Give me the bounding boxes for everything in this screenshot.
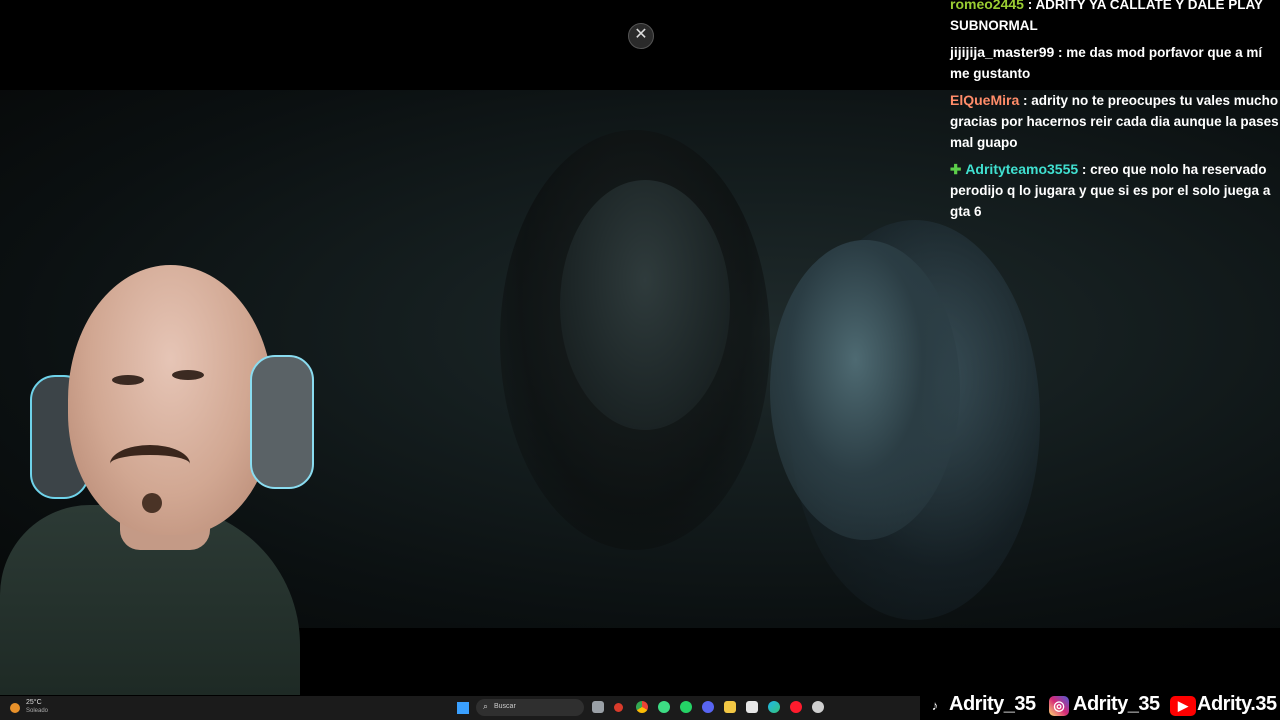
discord-icon[interactable]	[702, 701, 714, 713]
windows-taskbar: 25°C Soleado ⌕ Buscar	[0, 696, 920, 720]
opera-icon[interactable]	[790, 701, 802, 713]
weather-temperature: 25°C	[26, 699, 42, 706]
tiktok-icon: ♪	[925, 696, 945, 716]
close-button[interactable]: ✕	[628, 23, 654, 49]
taskbar-search-box[interactable]: ⌕ Buscar	[476, 699, 584, 716]
streamer-mustache	[110, 445, 190, 483]
streamer-head	[68, 265, 273, 535]
app-red-icon[interactable]	[614, 703, 623, 712]
edge-icon[interactable]	[768, 701, 780, 713]
app-store-icon[interactable]	[746, 701, 758, 713]
app-green-icon[interactable]	[658, 701, 670, 713]
chat-separator: :	[1078, 162, 1091, 177]
chat-message: ✚ Adrityteamo3555 : creo que nolo ha rese…	[950, 159, 1280, 222]
windows-start-icon[interactable]	[457, 702, 469, 714]
chat-username: jijijija_master99	[950, 44, 1055, 60]
streamer-eye-left	[112, 375, 144, 385]
video-face-left	[560, 180, 730, 430]
chat-separator: :	[1019, 93, 1032, 108]
chat-username: Adrityteamo3555	[965, 161, 1079, 177]
video-face-right	[770, 240, 960, 540]
instagram-handle: Adrity_35	[1073, 693, 1160, 715]
youtube-handle: Adrity.35	[1197, 693, 1277, 715]
search-placeholder: Buscar	[494, 703, 516, 710]
whatsapp-icon[interactable]	[680, 701, 692, 713]
chat-message: romeo2445 : ADRITY YA CALLATE Y DALE PLA…	[950, 0, 1280, 36]
chat-username: romeo2445	[950, 0, 1024, 12]
social-handles-bar: ♪ Adrity_35 ◎ Adrity_35 ▶ Adrity.35	[925, 693, 1280, 720]
tiktok-handle: Adrity_35	[949, 693, 1036, 715]
chat-username: ElQueMira	[950, 92, 1020, 108]
headset-right-earcup	[250, 355, 314, 489]
search-icon: ⌕	[483, 701, 489, 711]
sun-icon	[10, 703, 20, 713]
chat-message: jijijija_master99 : me das mod porfavor …	[950, 42, 1280, 84]
file-explorer-icon[interactable]	[724, 701, 736, 713]
chrome-icon[interactable]	[636, 701, 648, 713]
instagram-icon: ◎	[1049, 696, 1069, 716]
chat-separator: :	[1023, 0, 1036, 12]
chat-overlay: romeo2445 : ADRITY YA CALLATE Y DALE PLA…	[950, 0, 1280, 228]
streamer-chin-beard	[142, 493, 162, 513]
youtube-icon: ▶	[1170, 696, 1196, 716]
app-settings-icon[interactable]	[812, 701, 824, 713]
streamer-eye-right	[172, 370, 204, 380]
chat-separator: :	[1054, 45, 1067, 60]
webcam-overlay	[0, 255, 330, 695]
weather-condition: Soleado	[26, 708, 49, 714]
task-view-icon[interactable]	[592, 701, 604, 713]
subscriber-badge-icon: ✚	[950, 162, 962, 177]
chat-message: ElQueMira : adrity no te preocupes tu va…	[950, 90, 1280, 153]
